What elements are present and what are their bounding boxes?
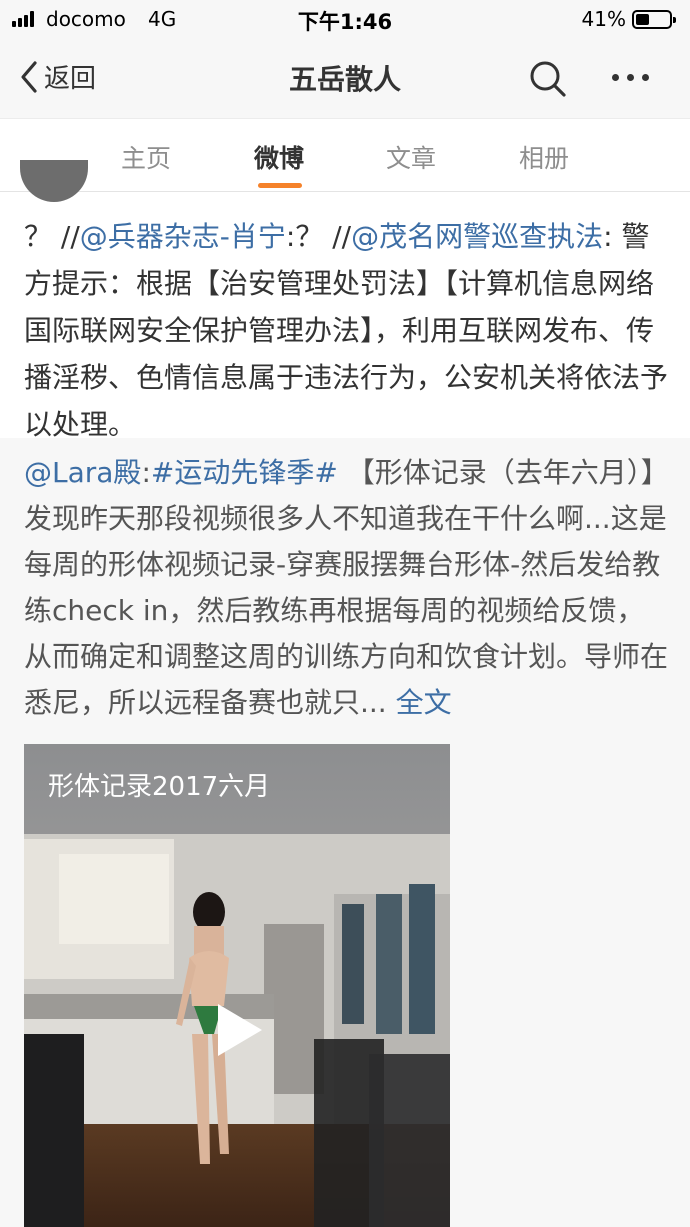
video-title: 形体记录2017六月 xyxy=(48,772,271,802)
search-icon[interactable] xyxy=(528,59,568,99)
avatar[interactable] xyxy=(20,160,88,202)
active-tab-indicator xyxy=(258,183,302,188)
quoted-author-link[interactable]: @Lara殿 xyxy=(24,456,141,489)
post-separator: :？ // xyxy=(285,220,352,253)
status-bar: docomo 4G 下午1:46 41% xyxy=(0,0,690,40)
battery-percent: 41% xyxy=(581,7,626,31)
page-title: 五岳散人 xyxy=(288,63,401,96)
hashtag-link[interactable]: #运动先锋季# xyxy=(151,456,338,489)
video-thumbnail[interactable]: 形体记录2017六月 xyxy=(24,744,450,1227)
more-icon[interactable] xyxy=(612,65,658,89)
nav-bar: 返回 五岳散人 xyxy=(0,40,690,118)
quoted-text: @Lara殿:#运动先锋季# 【形体记录（去年六月）】 发现昨天那段视频很多人不… xyxy=(24,450,670,726)
video-frame-image xyxy=(24,744,450,1227)
play-icon[interactable] xyxy=(214,1002,264,1058)
quoted-colon: : xyxy=(141,456,151,489)
post-text: ？ //@兵器杂志-肖宁:？ //@茂名网警巡查执法: 警方提示：根据【治安管理… xyxy=(24,213,670,448)
profile-tabs: 主页 微博 文章 相册 xyxy=(0,118,690,192)
quoted-body: 【形体记录（去年六月）】 发现昨天那段视频很多人不知道我在干什么啊...这是每周… xyxy=(24,456,669,719)
tab-home[interactable]: 主页 xyxy=(96,139,196,175)
mention-link[interactable]: @茂名网警巡查执法 xyxy=(351,220,603,253)
full-text-link[interactable]: 全文 xyxy=(396,686,452,719)
mention-link[interactable]: @兵器杂志-肖宁 xyxy=(80,220,286,253)
battery-icon xyxy=(632,10,676,29)
tab-weibo[interactable]: 微博 xyxy=(229,139,329,175)
tab-album[interactable]: 相册 xyxy=(494,139,594,175)
post-prefix: ？ // xyxy=(24,220,80,253)
post-body: : 警方提示：根据【治安管理处罚法】【计算机信息网络国际联网安全保护管理办法】，… xyxy=(24,220,669,441)
tab-articles[interactable]: 文章 xyxy=(361,139,461,175)
